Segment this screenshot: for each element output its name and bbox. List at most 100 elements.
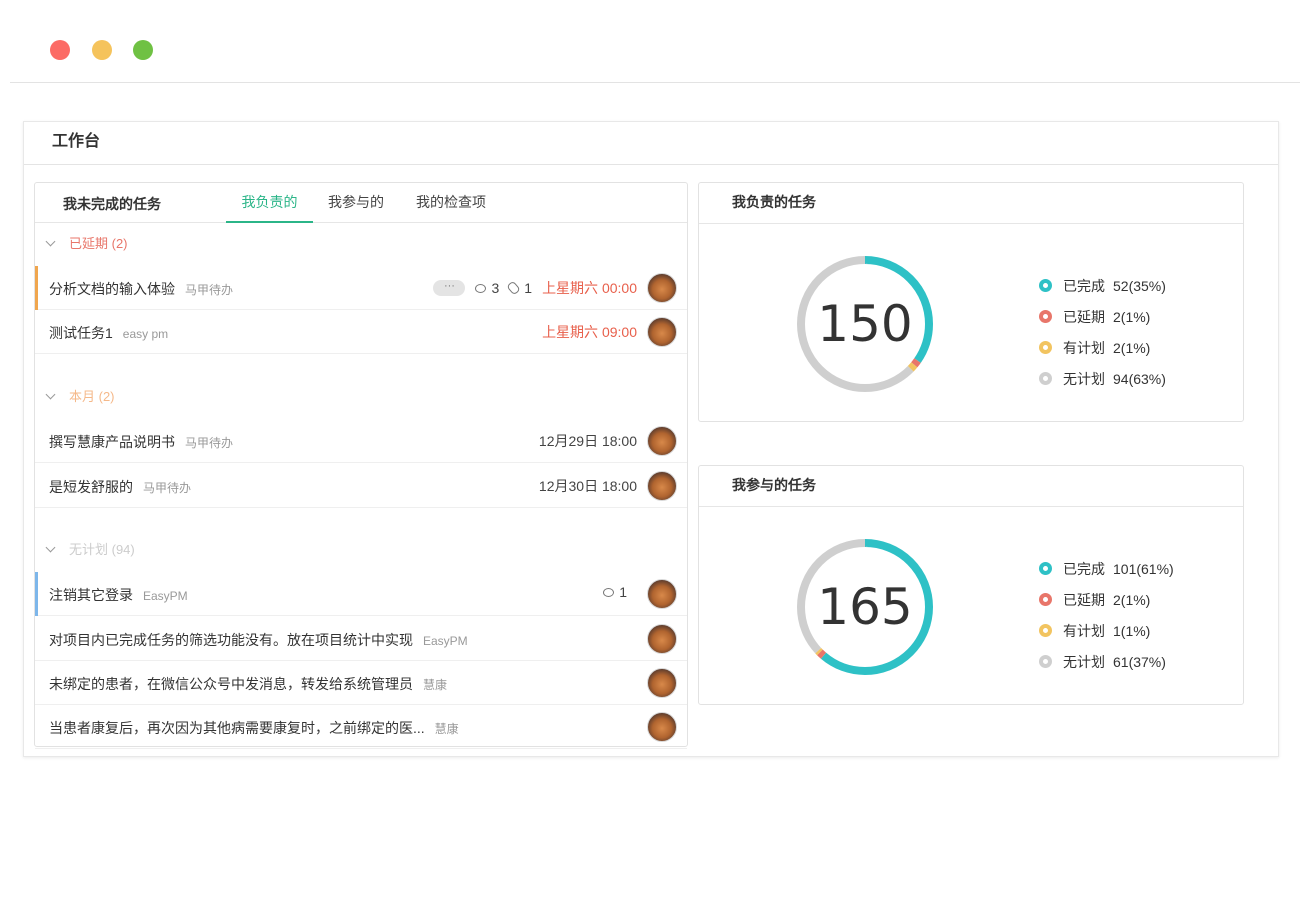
task-title[interactable]: 当患者康复后，再次因为其他病需要康复时，之前绑定的医... 慧康 (49, 718, 459, 738)
task-title[interactable]: 未绑定的患者，在微信公众号中发消息，转发给系统管理员 慧康 (49, 674, 447, 694)
group-header[interactable]: 已延期 (2) (35, 233, 687, 255)
participating-stats-panel: 我参与的任务 165 已完成 101(61%) 已延期 2(1%) 有计划 1(1%) 无计… (698, 465, 1244, 705)
task-title-text: 未绑定的患者，在微信公众号中发消息，转发给系统管理员 (49, 676, 413, 692)
task-project: EasyPM (143, 589, 188, 603)
avatar[interactable] (647, 712, 677, 742)
avatar[interactable] (647, 624, 677, 654)
task-title[interactable]: 是短发舒服的 马甲待办 (49, 477, 191, 497)
workbench-title: 工作台 (24, 122, 1278, 165)
task-title[interactable]: 撰写慧康产品说明书 马甲待办 (49, 432, 233, 452)
avatar[interactable] (647, 273, 677, 303)
legend-label: 有计划 (1063, 339, 1105, 356)
task-meta: 上星期六 09:00 (542, 322, 637, 342)
legend-marker-icon (1039, 310, 1052, 323)
task-row[interactable]: 撰写慧康产品说明书 马甲待办 12月29日 18:00 (35, 419, 687, 463)
task-title-text: 测试任务1 (49, 325, 113, 341)
task-project: 慧康 (423, 678, 448, 692)
more-button[interactable]: ··· (433, 280, 466, 296)
attachment-count-value: 1 (524, 280, 533, 296)
chevron-down-icon (45, 389, 56, 400)
task-project: 马甲待办 (185, 283, 234, 297)
task-title[interactable]: 对项目内已完成任务的筛选功能没有。放在项目统计中实现 EasyPM (49, 630, 468, 650)
legend-marker-icon (1039, 279, 1052, 292)
donut-total: 150 (817, 295, 913, 353)
legend-value: 52(35%) (1113, 277, 1166, 294)
legend-value: 1(1%) (1113, 622, 1151, 639)
due-date: 12月29日 18:00 (538, 433, 637, 449)
task-title[interactable]: 分析文档的输入体验 马甲待办 (49, 279, 233, 299)
task-title-text: 撰写慧康产品说明书 (49, 434, 175, 450)
task-row[interactable]: 是短发舒服的 马甲待办 12月30日 18:00 (35, 464, 687, 508)
donut-total: 165 (817, 578, 913, 636)
avatar[interactable] (647, 317, 677, 347)
group-header[interactable]: 本月 (2) (35, 386, 687, 408)
group-label: 已延期 (2) (69, 236, 128, 251)
legend-label: 无计划 (1063, 653, 1105, 670)
task-row[interactable]: 分析文档的输入体验 马甲待办 ··· 3 1 上星期六 00:00 (35, 266, 687, 310)
chart-legend: 已完成 101(61%) 已延期 2(1%) 有计划 1(1%) 无计划 61(37%) (1039, 553, 1174, 677)
legend-item: 有计划 2(1%) (1039, 332, 1166, 363)
task-title-text: 注销其它登录 (49, 587, 133, 603)
legend-marker-icon (1039, 624, 1052, 637)
window-titlebar (10, 0, 1300, 83)
responsible-stats-panel: 我负责的任务 150 已完成 52(35%) 已延期 2(1%) 有计划 2(1%) 无计划… (698, 182, 1244, 422)
legend-label: 有计划 (1063, 622, 1105, 639)
legend-label: 无计划 (1063, 370, 1105, 387)
paperclip-icon (506, 280, 522, 296)
legend-marker-icon (1039, 655, 1052, 668)
avatar[interactable] (647, 668, 677, 698)
task-tabs: 我未完成的任务 我负责的 我参与的 我的检查项 (35, 183, 687, 223)
chevron-down-icon (45, 542, 56, 553)
task-meta: 12月29日 18:00 (539, 431, 637, 451)
legend-value: 2(1%) (1113, 339, 1151, 356)
legend-value: 61(37%) (1113, 653, 1166, 670)
comment-icon (603, 587, 615, 597)
attachment-count: 1 (506, 280, 533, 296)
legend-marker-icon (1039, 593, 1052, 606)
legend-value: 2(1%) (1113, 308, 1151, 325)
task-row[interactable]: 注销其它登录 EasyPM 1 (35, 572, 687, 616)
tasks-panel-title: 我未完成的任务 (63, 196, 161, 212)
task-row[interactable]: 测试任务1 easy pm 上星期六 09:00 (35, 310, 687, 354)
stats-title: 我参与的任务 (699, 466, 1243, 507)
close-window-button[interactable] (50, 40, 70, 60)
comment-count-value: 1 (619, 584, 627, 600)
task-title[interactable]: 注销其它登录 EasyPM (49, 585, 188, 605)
comment-count-value: 3 (491, 280, 500, 296)
legend-value: 2(1%) (1113, 591, 1151, 608)
legend-value: 94(63%) (1113, 370, 1166, 387)
task-meta: 1 (603, 584, 637, 600)
tab-responsible[interactable]: 我负责的 (226, 183, 313, 223)
tab-participating[interactable]: 我参与的 (321, 183, 391, 223)
legend-item: 已延期 2(1%) (1039, 301, 1166, 332)
legend-marker-icon (1039, 372, 1052, 385)
task-title-text: 当患者康复后，再次因为其他病需要康复时，之前绑定的医... (49, 720, 425, 736)
task-project: easy pm (122, 327, 169, 341)
unfinished-tasks-panel: 我未完成的任务 我负责的 我参与的 我的检查项 已延期 (2) 分析文档的输入体验… (34, 182, 688, 749)
task-title-text: 分析文档的输入体验 (49, 281, 175, 297)
avatar[interactable] (647, 426, 677, 456)
task-row[interactable]: 未绑定的患者，在微信公众号中发消息，转发给系统管理员 慧康 (35, 661, 687, 705)
task-project: EasyPM (423, 634, 468, 648)
task-title-text: 对项目内已完成任务的筛选功能没有。放在项目统计中实现 (49, 632, 413, 648)
zoom-window-button[interactable] (133, 40, 153, 60)
chevron-down-icon (45, 236, 56, 247)
legend-label: 已完成 (1063, 560, 1105, 577)
avatar[interactable] (647, 471, 677, 501)
task-title[interactable]: 测试任务1 easy pm (49, 323, 168, 343)
group-header[interactable]: 无计划 (94) (35, 539, 687, 561)
task-row[interactable]: 当患者康复后，再次因为其他病需要康复时，之前绑定的医... 慧康 (35, 705, 687, 749)
task-row[interactable]: 对项目内已完成任务的筛选功能没有。放在项目统计中实现 EasyPM (35, 617, 687, 661)
avatar[interactable] (647, 579, 677, 609)
minimize-window-button[interactable] (92, 40, 112, 60)
due-date: 12月30日 18:00 (538, 478, 637, 494)
legend-value: 101(61%) (1113, 560, 1174, 577)
legend-item: 有计划 1(1%) (1039, 615, 1174, 646)
tab-check-items[interactable]: 我的检查项 (408, 183, 494, 223)
task-project: 马甲待办 (185, 436, 234, 450)
comment-count: 3 (475, 280, 499, 296)
legend-item: 无计划 61(37%) (1039, 646, 1174, 677)
stats-title: 我负责的任务 (699, 183, 1243, 224)
task-meta: ··· 3 1 上星期六 00:00 (433, 278, 637, 298)
task-meta: 12月30日 18:00 (539, 476, 637, 496)
